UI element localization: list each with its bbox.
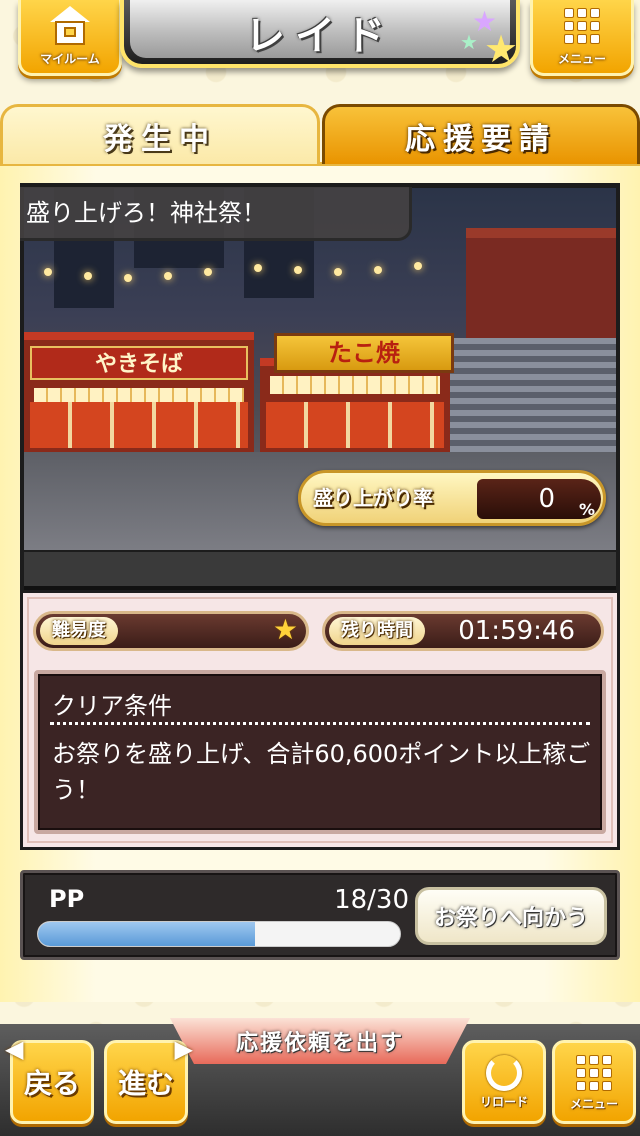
pp-progress-fill [38, 922, 256, 946]
menu-label: メニュー [557, 52, 606, 66]
house-icon [49, 6, 91, 46]
remaining-time-value: 01:59:46 [458, 616, 575, 646]
menu-label-bottom: メニュー [569, 1096, 618, 1111]
reload-label: リロード [479, 1094, 528, 1109]
page-title: レイド [245, 13, 395, 59]
menu-button-bottom[interactable]: メニュー [552, 1040, 636, 1124]
menu-button-top[interactable]: メニュー [530, 0, 634, 76]
difficulty-star-icon: ★ [272, 613, 298, 646]
difficulty-display: 難易度 ★ [33, 611, 309, 651]
star-icon: ★ [460, 30, 478, 54]
forward-label: 進む [117, 1067, 174, 1100]
tab-active-raids[interactable]: 発生中 [0, 104, 320, 164]
remaining-time-display: 残り時間 01:59:46 [322, 611, 604, 651]
reload-button[interactable]: リロード [462, 1040, 546, 1124]
back-label: 戻る [23, 1067, 80, 1100]
excitement-rate-value: 0 [538, 484, 555, 514]
menu-grid-icon [562, 6, 602, 46]
clear-condition-box: クリア条件 お祭りを盛り上げ、合計60,600ポイント以上稼ごう！ [34, 670, 606, 834]
send-support-request-button[interactable]: 応援依頼を出す [170, 1018, 470, 1064]
percent-unit: % [578, 500, 595, 519]
stall-sign-takoyaki: たこ焼 [274, 333, 454, 373]
excitement-rate-display: 0 % [477, 479, 601, 519]
event-card-footer [24, 552, 616, 590]
pp-panel: PP 18/30 お祭りへ向かう [20, 870, 620, 960]
excitement-rate-panel: 盛り上がり率 0 % [298, 470, 606, 526]
pp-count: 18/30 [334, 885, 409, 915]
tab-support-requests[interactable]: 応援要請 [322, 104, 640, 164]
arrow-right-icon: ▶ [174, 1035, 193, 1063]
dotted-divider [50, 722, 590, 725]
myroom-label: マイルーム [40, 52, 100, 66]
clear-condition-title: クリア条件 [52, 692, 172, 720]
difficulty-label: 難易度 [40, 617, 118, 645]
excitement-rate-label: 盛り上がり率 [313, 486, 433, 510]
title-bar: レイド ★ ★ ★ [120, 0, 520, 68]
arrow-left-icon: ◀ [5, 1035, 24, 1063]
back-button[interactable]: ◀ 戻る [5, 1035, 94, 1124]
stall-sign-yakisoba: やきそば [30, 346, 248, 380]
reload-icon [486, 1054, 522, 1091]
remaining-time-label: 残り時間 [329, 617, 425, 645]
clear-condition-text: お祭りを盛り上げ、合計60,600ポイント以上稼ごう！ [52, 740, 591, 804]
forward-button[interactable]: ▶ 進む [104, 1035, 193, 1124]
go-to-festival-button[interactable]: お祭りへ向かう [415, 887, 607, 945]
pp-label: PP [49, 885, 85, 913]
pp-progress-bar [37, 921, 401, 947]
event-title: 盛り上げろ！神社祭！ [20, 187, 412, 241]
star-icon: ★ [484, 27, 519, 71]
menu-grid-icon [574, 1053, 614, 1093]
myroom-button[interactable]: マイルーム [18, 0, 122, 76]
